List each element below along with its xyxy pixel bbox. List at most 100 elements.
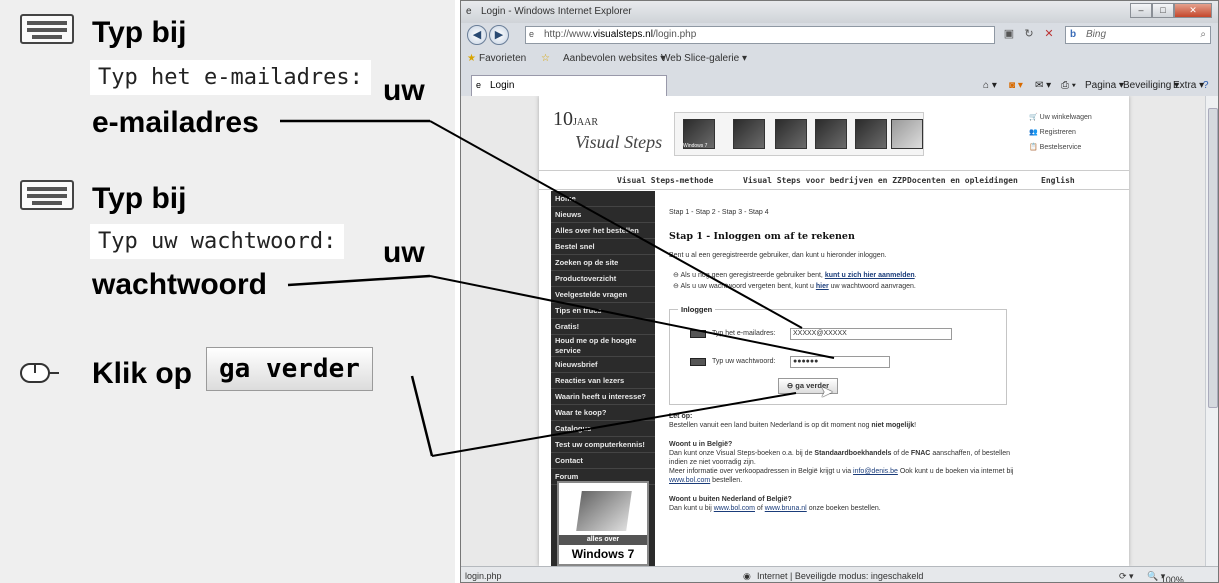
leftnav-item[interactable]: Productoverzicht	[551, 271, 655, 287]
tab-title: Login	[490, 80, 515, 91]
forward-button[interactable]: ▶	[489, 25, 509, 45]
register-icon: 👥	[1029, 129, 1040, 136]
favorites-button[interactable]: Favorieten	[479, 53, 526, 64]
bol-link[interactable]: www.bol.com	[714, 505, 755, 512]
feeds-icon[interactable]: ◙ ▾	[1009, 80, 1023, 91]
window-title: Login - Windows Internet Explorer	[481, 6, 632, 17]
cart-icon: 🛒	[1029, 114, 1040, 121]
status-bar: login.php ◉ Internet | Beveiligde modus:…	[461, 566, 1218, 582]
refresh-icon[interactable]: ↻	[1021, 27, 1037, 43]
extra-menu[interactable]: Extra ▾	[1173, 80, 1204, 91]
keyboard-icon	[690, 358, 706, 366]
topnav-methode[interactable]: Visual Steps-methode	[617, 176, 713, 185]
print-icon[interactable]: ⎙ ▾	[1061, 80, 1076, 91]
password-field[interactable]: ●●●●●●	[790, 356, 890, 368]
browser-window: e Login - Windows Internet Explorer – □ …	[460, 0, 1219, 583]
leftnav-item[interactable]: Veelgestelde vragen	[551, 287, 655, 303]
url-input[interactable]: e http://www.visualsteps.nl/login.php	[525, 26, 995, 44]
mail-icon[interactable]: ✉ ▾	[1035, 80, 1051, 91]
home-icon[interactable]: ⌂ ▾	[983, 80, 997, 91]
leftnav-item[interactable]: Alles over het bestellen	[551, 223, 655, 239]
belgium-title: Woont u in België?	[669, 441, 733, 448]
leftnav-item[interactable]: Tips en trucs	[551, 303, 655, 319]
favorites-star-icon: ★	[467, 53, 476, 64]
tab-page-icon: e	[476, 80, 482, 90]
title-bar: e Login - Windows Internet Explorer – □ …	[461, 1, 1218, 23]
url-domain: visualsteps.nl	[592, 29, 653, 40]
letop-text: Bestellen vanuit een land buiten Nederla…	[669, 422, 917, 429]
fav-suggested-sites[interactable]: Aanbevolen websites ▾	[563, 53, 665, 64]
stop-icon[interactable]: ✕	[1041, 27, 1057, 43]
topnav-english[interactable]: English	[1041, 176, 1075, 185]
search-icon[interactable]: ⌕	[1200, 29, 1206, 40]
leftnav-item[interactable]: Home	[551, 191, 655, 207]
minimize-button[interactable]: –	[1130, 3, 1152, 18]
abroad-text: Dan kunt u bij www.bol.com of www.bruna.…	[669, 505, 881, 512]
intro-text: Bent u al een geregistreerde gebruiker, …	[669, 252, 887, 259]
bol-link[interactable]: www.bol.com	[669, 477, 710, 484]
register-link[interactable]: 👥 Registreren	[1029, 125, 1092, 140]
keyboard-icon	[20, 14, 74, 44]
site-logo[interactable]: 10JAAR Visual Steps	[553, 108, 663, 158]
belgium-line1: Dan kunt onze Visual Steps-boeken o.a. b…	[669, 450, 1011, 457]
compatibility-icon[interactable]: ▣	[1001, 27, 1017, 43]
step2-field-label: Typ uw wachtwoord:	[90, 224, 345, 259]
belgium-line2: indien ze niet voorradig zijn.	[669, 459, 756, 466]
status-zone: Internet | Beveiligde modus: ingeschakel…	[757, 571, 924, 581]
note-register: ⊖ Als u nog geen geregistreerde gebruike…	[673, 272, 917, 279]
address-bar: ◀ ▶ e http://www.visualsteps.nl/login.ph…	[461, 23, 1218, 47]
register-link[interactable]: kunt u zich hier aanmelden	[825, 272, 915, 279]
page-menu[interactable]: Pagina ▾	[1085, 80, 1124, 91]
leftnav-item[interactable]: Zoeken op de site	[551, 255, 655, 271]
leftnav-item[interactable]: Waarin heeft u interesse?	[551, 389, 655, 405]
step2-value-word2: wachtwoord	[92, 268, 268, 301]
note-password: ⊖ Als u uw wachtwoord vergeten bent, kun…	[673, 283, 916, 290]
leftnav-item[interactable]: Houd me op de hoogte service	[551, 335, 655, 357]
windows7-promo[interactable]: alles over Windows 7	[557, 481, 649, 566]
favorites-bar: ★ Favorieten ☆ Aanbevolen websites ▾ Web…	[461, 48, 1218, 70]
back-button[interactable]: ◀	[467, 25, 487, 45]
logo-name: Visual Steps	[575, 132, 663, 152]
book-banner[interactable]: Windows 7	[674, 112, 924, 156]
leftnav-item[interactable]: Bestel snel	[551, 239, 655, 255]
url-path: /login.php	[652, 29, 697, 40]
left-navigation: Home Nieuws Alles over het bestellen Bes…	[551, 191, 655, 566]
book-image	[815, 119, 847, 149]
globe-icon: ◉	[743, 571, 751, 581]
leftnav-item[interactable]: Contact	[551, 453, 655, 469]
leftnav-item[interactable]: Catalogus	[551, 421, 655, 437]
login-legend: Inloggen	[678, 305, 716, 314]
maximize-button[interactable]: □	[1152, 3, 1174, 18]
leftnav-item[interactable]: Reacties van lezers	[551, 373, 655, 389]
search-input[interactable]: b Bing ⌕	[1065, 26, 1211, 44]
leftnav-item[interactable]: Gratis!	[551, 319, 655, 335]
forgot-password-link[interactable]: hier	[816, 283, 829, 290]
steps-breadcrumb: Stap 1 - Stap 2 - Stap 3 - Stap 4	[669, 209, 769, 216]
email-link[interactable]: info@denis.be	[853, 468, 898, 475]
help-icon[interactable]: ?	[1203, 80, 1209, 91]
tab-login[interactable]: e Login	[471, 75, 667, 96]
book-image	[733, 119, 765, 149]
cart-link[interactable]: 🛒 Uw winkelwagen	[1029, 110, 1092, 125]
keyboard-icon	[690, 330, 706, 338]
step1-field-label: Typ het e-mailadres:	[90, 60, 371, 95]
order-service-link[interactable]: 📋 Bestelservice	[1029, 140, 1092, 155]
topnav-docenten[interactable]: Docenten en opleidingen	[907, 176, 1018, 185]
leftnav-item[interactable]: Nieuws	[551, 207, 655, 223]
leftnav-item[interactable]: Waar te koop?	[551, 405, 655, 421]
email-field[interactable]: XXXXX@XXXXX	[790, 328, 952, 340]
scrollbar-thumb[interactable]	[1208, 108, 1218, 408]
topnav-bedrijven[interactable]: Visual Steps voor bedrijven en ZZP	[743, 176, 907, 185]
add-favorite-icon[interactable]: ☆	[541, 53, 550, 64]
command-bar: e Login ⌂ ▾ ◙ ▾ ✉ ▾ ⎙ ▾ Pagina ▾ Beveili…	[461, 70, 1218, 96]
leftnav-item[interactable]: Nieuwsbrief	[551, 357, 655, 373]
protected-mode-icon[interactable]: ⟳ ▾	[1119, 571, 1134, 582]
status-url: login.php	[465, 571, 502, 581]
close-button[interactable]: ✕	[1174, 3, 1212, 18]
leftnav-item[interactable]: Test uw computerkennis!	[551, 437, 655, 453]
security-menu[interactable]: Beveiliging ▾	[1123, 80, 1179, 91]
bruna-link[interactable]: www.bruna.nl	[765, 505, 807, 512]
fav-web-slice[interactable]: Web Slice-galerie ▾	[661, 53, 747, 64]
vertical-scrollbar[interactable]	[1205, 96, 1218, 566]
zoom-level[interactable]: 🔍 100% ▾	[1147, 571, 1184, 582]
